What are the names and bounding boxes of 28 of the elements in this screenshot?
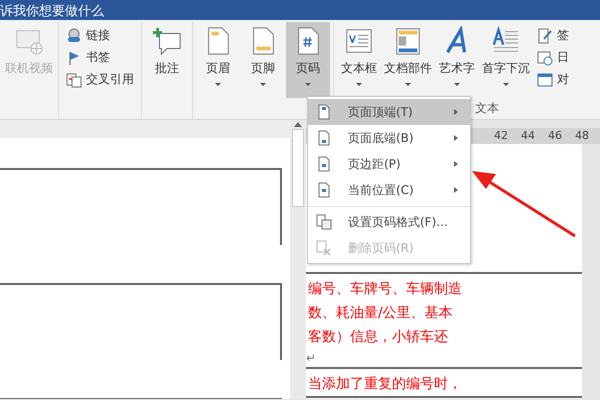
ribbon-button[interactable]: 批注: [145, 22, 189, 98]
ribbon-button[interactable]: 首字下沉: [480, 22, 532, 98]
ribbon-button[interactable]: 书签: [62, 48, 138, 67]
ribbon-button[interactable]: 页脚: [241, 22, 285, 98]
menu-item[interactable]: 页边距(P): [308, 151, 470, 177]
ruler-number: 42: [493, 128, 509, 144]
group-label: 文本: [475, 101, 499, 115]
ribbon-button[interactable]: 页眉: [196, 22, 240, 98]
menu-item[interactable]: 当前位置(C): [308, 177, 470, 203]
ribbon-button[interactable]: 交叉引用: [62, 70, 138, 89]
document-text: 客数）信息，小轿车还: [308, 328, 449, 347]
search-hint: 诉我你想要做什么: [0, 4, 104, 20]
ribbon-button[interactable]: 页码: [286, 22, 330, 98]
ruler-number: 48: [574, 128, 590, 144]
menu-item[interactable]: 页面底端(B): [308, 125, 470, 151]
menu-item[interactable]: 页面顶端(T): [308, 99, 470, 125]
ruler-number: 46: [547, 128, 563, 144]
ribbon-button[interactable]: 日: [533, 48, 573, 67]
document-text: 当添加了重复的编号时，: [308, 375, 463, 394]
ribbon-button[interactable]: 艺术字: [435, 22, 479, 98]
ruler-number: 44: [520, 128, 536, 144]
menu-item[interactable]: 设置页码格式(F)...: [308, 206, 470, 235]
paragraph-mark: ↵: [306, 350, 318, 367]
ribbon-button[interactable]: 对: [533, 70, 573, 89]
document-text: 编号、车牌号、车辆制造: [308, 280, 463, 299]
ribbon-button[interactable]: 链接: [62, 26, 138, 45]
ribbon-button[interactable]: 签: [533, 26, 573, 45]
document-text: 数、耗油量/公里、基本: [308, 304, 454, 323]
